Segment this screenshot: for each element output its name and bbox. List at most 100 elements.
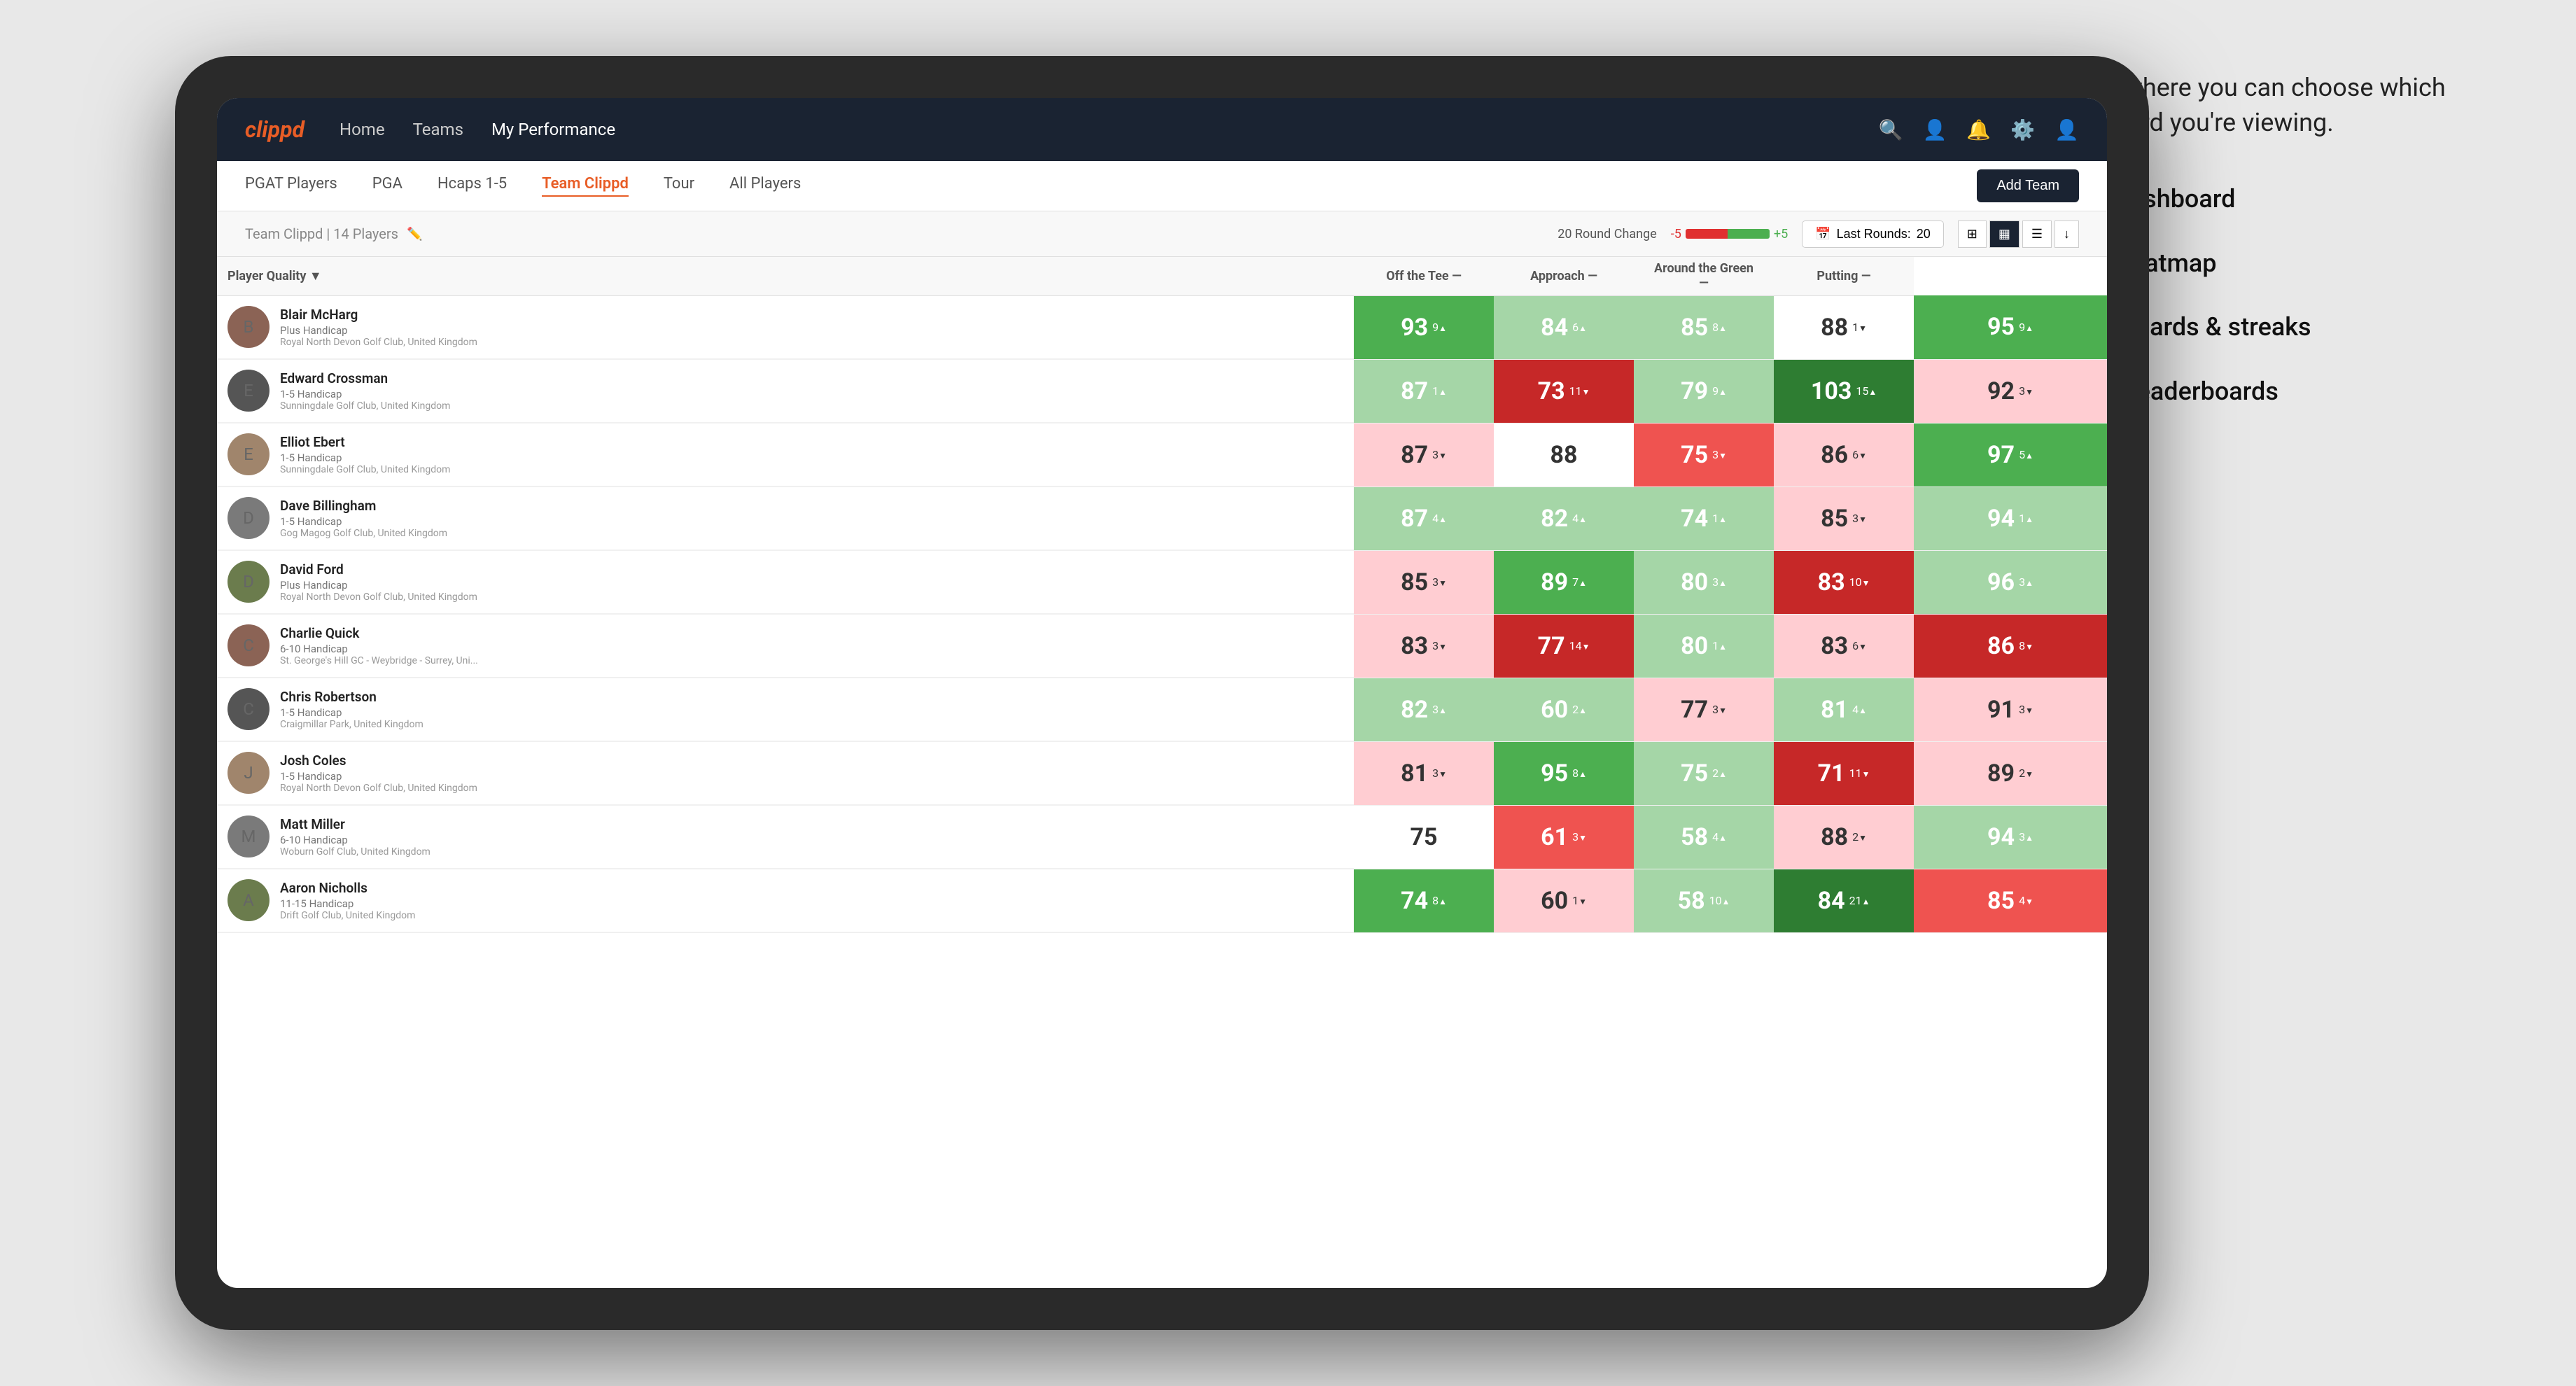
download-button[interactable]: ↓ bbox=[2054, 220, 2079, 248]
search-icon[interactable]: 🔍 bbox=[1879, 118, 1903, 141]
player-name: Josh Coles bbox=[280, 752, 1343, 769]
col-header-player[interactable]: Player Quality ▼ bbox=[217, 257, 1354, 295]
score-change: 3 bbox=[1712, 703, 1727, 716]
player-cell[interactable]: D Dave Billingham 1-5 Handicap Gog Magog… bbox=[217, 487, 1354, 550]
player-handicap: 1-5 Handicap bbox=[280, 451, 1343, 464]
player-club: Sunningdale Golf Club, United Kingdom bbox=[280, 464, 1343, 475]
bell-icon[interactable]: 🔔 bbox=[1966, 118, 1991, 141]
score-change: 1 bbox=[1712, 639, 1727, 652]
table-row: A Aaron Nicholls 11-15 Handicap Drift Go… bbox=[217, 869, 2107, 932]
arrow-down-icon bbox=[1582, 639, 1590, 652]
nav-link-teams[interactable]: Teams bbox=[413, 120, 463, 139]
arrow-down-icon bbox=[1438, 575, 1447, 589]
player-cell[interactable]: A Aaron Nicholls 11-15 Handicap Drift Go… bbox=[217, 869, 1354, 932]
col-header-approach[interactable]: Approach — bbox=[1494, 257, 1634, 295]
edit-icon[interactable]: ✏️ bbox=[407, 227, 422, 241]
settings-icon[interactable]: ⚙️ bbox=[2010, 118, 2035, 141]
nav-link-home[interactable]: Home bbox=[340, 120, 385, 139]
score-cell: 79 9 bbox=[1634, 359, 1774, 423]
score-box: 61 3 bbox=[1494, 806, 1634, 869]
arrow-down-icon bbox=[1578, 830, 1587, 844]
profile-icon[interactable]: 👤 bbox=[1923, 118, 1947, 141]
score-value: 86 bbox=[1821, 441, 1848, 469]
player-name: Elliot Ebert bbox=[280, 434, 1343, 450]
score-cell: 91 3 bbox=[1914, 678, 2107, 741]
table-row: M Matt Miller 6-10 Handicap Woburn Golf … bbox=[217, 805, 2107, 869]
score-box: 74 1 bbox=[1634, 487, 1774, 550]
arrow-down-icon bbox=[1438, 448, 1447, 461]
user-avatar-icon[interactable]: 👤 bbox=[2054, 118, 2079, 141]
score-cell: 95 9 bbox=[1914, 295, 2107, 359]
score-value: 89 bbox=[1541, 568, 1568, 596]
player-club: Royal North Devon Golf Club, United King… bbox=[280, 783, 1343, 794]
arrow-down-icon bbox=[1582, 384, 1590, 398]
col-header-around-green[interactable]: Around the Green — bbox=[1634, 257, 1774, 295]
score-value: 85 bbox=[1821, 505, 1848, 533]
score-cell: 85 4 bbox=[1914, 869, 2107, 932]
score-box: 103 15 bbox=[1774, 360, 1914, 423]
sub-nav-link-all-players[interactable]: All Players bbox=[729, 175, 801, 197]
table-row: E Edward Crossman 1-5 Handicap Sunningda… bbox=[217, 359, 2107, 423]
team-controls: 20 Round Change -5 +5 📅 Last Rounds: 20 … bbox=[1558, 220, 2079, 248]
player-name: Matt Miller bbox=[280, 816, 1343, 832]
score-change: 3 bbox=[1432, 448, 1447, 461]
sub-nav-link-hcaps-1-5[interactable]: Hcaps 1-5 bbox=[438, 175, 507, 197]
add-team-button[interactable]: Add Team bbox=[1977, 169, 2079, 202]
score-value: 88 bbox=[1550, 441, 1578, 469]
player-cell[interactable]: C Chris Robertson 1-5 Handicap Craigmill… bbox=[217, 678, 1354, 741]
score-box: 83 3 bbox=[1354, 615, 1494, 678]
col-header-off-tee[interactable]: Off the Tee — bbox=[1354, 257, 1494, 295]
player-table: Player Quality ▼ Off the Tee — Approach … bbox=[217, 257, 2107, 933]
sub-nav-link-pgat-players[interactable]: PGAT Players bbox=[245, 175, 337, 197]
score-box: 92 3 bbox=[1914, 360, 2107, 423]
score-cell: 80 3 bbox=[1634, 550, 1774, 614]
arrow-up-icon bbox=[1722, 894, 1730, 907]
score-box: 58 4 bbox=[1634, 806, 1774, 869]
score-value: 75 bbox=[1681, 760, 1708, 788]
score-box: 81 4 bbox=[1774, 678, 1914, 741]
player-info: Matt Miller 6-10 Handicap Woburn Golf Cl… bbox=[280, 816, 1343, 858]
sub-nav-link-team-clippd[interactable]: Team Clippd bbox=[542, 175, 629, 197]
sub-nav-link-pga[interactable]: PGA bbox=[372, 175, 402, 197]
score-box: 94 1 bbox=[1914, 487, 2107, 550]
score-cell: 94 1 bbox=[1914, 486, 2107, 550]
col-header-putting[interactable]: Putting — bbox=[1774, 257, 1914, 295]
player-cell[interactable]: J Josh Coles 1-5 Handicap Royal North De… bbox=[217, 742, 1354, 805]
sub-nav-link-tour[interactable]: Tour bbox=[664, 175, 694, 197]
player-cell[interactable]: E Elliot Ebert 1-5 Handicap Sunningdale … bbox=[217, 424, 1354, 486]
score-box: 93 9 bbox=[1354, 296, 1494, 359]
heatmap-view-button[interactable]: ▦ bbox=[1989, 220, 2019, 248]
score-box: 80 3 bbox=[1634, 551, 1774, 614]
last-rounds-button[interactable]: 📅 Last Rounds: 20 bbox=[1802, 220, 1944, 248]
score-change: 8 bbox=[1572, 766, 1587, 780]
score-value: 58 bbox=[1678, 887, 1705, 915]
player-cell[interactable]: C Charlie Quick 6-10 Handicap St. George… bbox=[217, 615, 1354, 678]
score-cell: 74 1 bbox=[1634, 486, 1774, 550]
view-icons: ⊞ ▦ ☰ ↓ bbox=[1958, 220, 2079, 248]
score-value: 77 bbox=[1538, 632, 1565, 660]
player-cell[interactable]: E Edward Crossman 1-5 Handicap Sunningda… bbox=[217, 360, 1354, 423]
list-view-button[interactable]: ☰ bbox=[2022, 220, 2052, 248]
score-change: 3 bbox=[1432, 766, 1447, 780]
score-box: 83 6 bbox=[1774, 615, 1914, 678]
arrow-down-icon bbox=[2025, 703, 2033, 716]
score-cell: 81 4 bbox=[1774, 678, 1914, 741]
nav-link-my-performance[interactable]: My Performance bbox=[491, 120, 615, 139]
arrow-up-icon bbox=[1578, 512, 1587, 525]
score-value: 85 bbox=[1401, 568, 1428, 596]
player-cell[interactable]: D David Ford Plus Handicap Royal North D… bbox=[217, 551, 1354, 614]
player-name: Blair McHarg bbox=[280, 307, 1343, 323]
calendar-icon: 📅 bbox=[1815, 227, 1830, 241]
score-box: 91 3 bbox=[1914, 678, 2107, 741]
score-box: 88 bbox=[1494, 424, 1634, 486]
player-cell[interactable]: B Blair McHarg Plus Handicap Royal North… bbox=[217, 296, 1354, 359]
score-change: 3 bbox=[1572, 830, 1587, 844]
score-cell: 92 3 bbox=[1914, 359, 2107, 423]
score-value: 83 bbox=[1818, 568, 1845, 596]
grid-view-button[interactable]: ⊞ bbox=[1958, 220, 1987, 248]
score-change: 1 bbox=[1852, 321, 1867, 334]
score-value: 74 bbox=[1401, 887, 1428, 915]
player-cell[interactable]: M Matt Miller 6-10 Handicap Woburn Golf … bbox=[217, 806, 1354, 869]
player-club: Woburn Golf Club, United Kingdom bbox=[280, 846, 1343, 858]
score-change: 10 bbox=[1709, 894, 1730, 907]
